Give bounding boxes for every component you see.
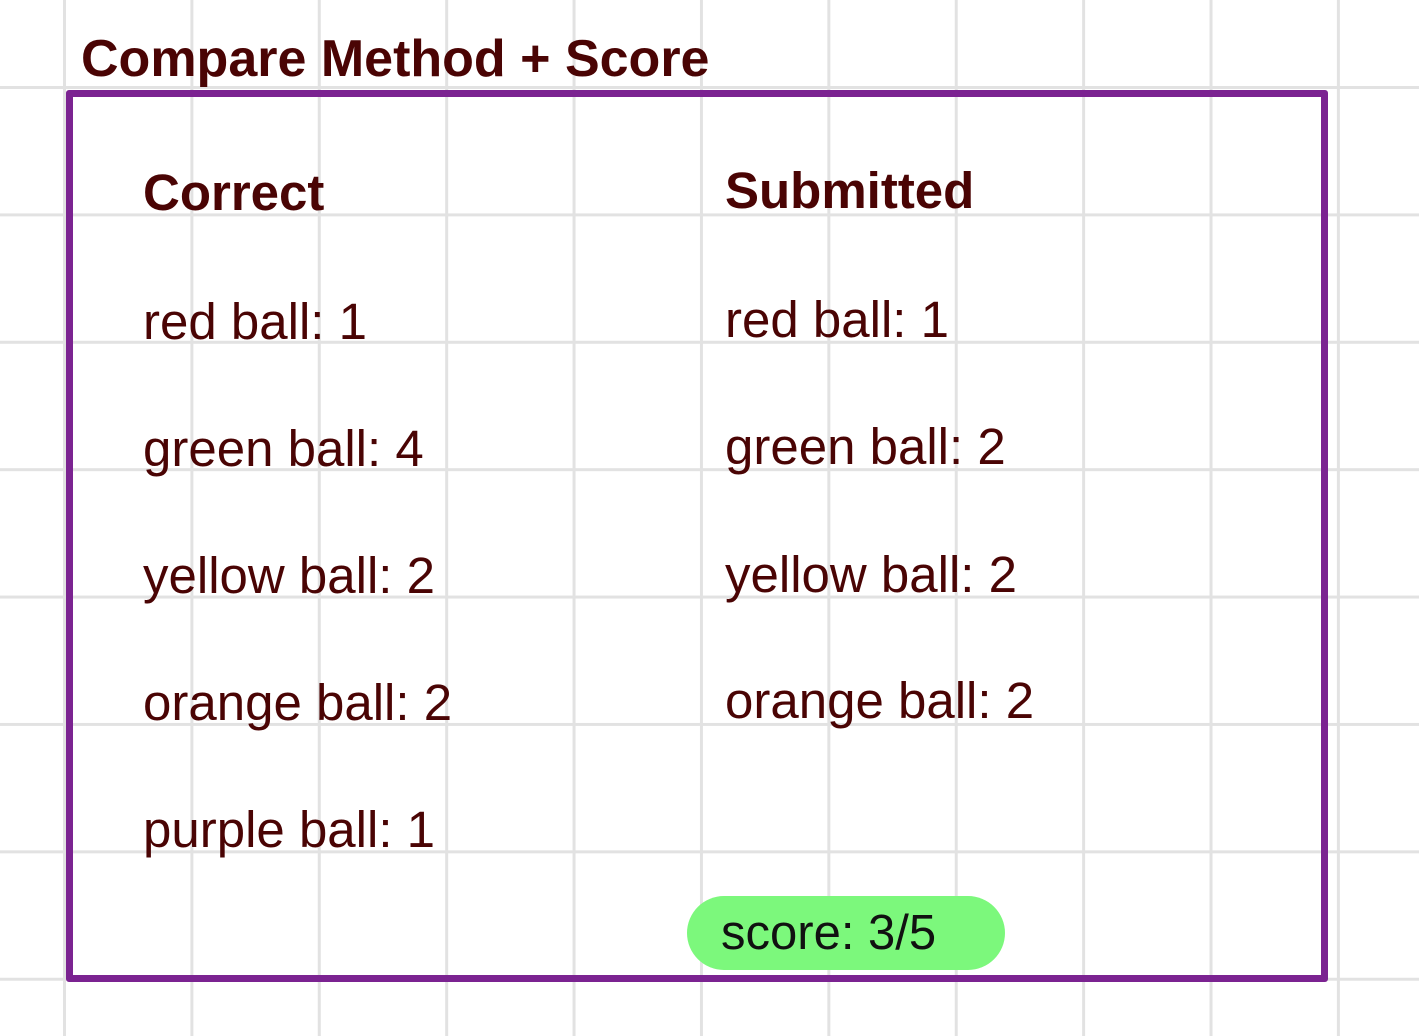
score-badge: score: 3/5 (687, 896, 1005, 970)
correct-item-purple: purple ball: 1 (143, 801, 436, 858)
submitted-header: Submitted (725, 162, 975, 219)
correct-item-red: red ball: 1 (143, 293, 367, 350)
submitted-item-green: green ball: 2 (725, 418, 1006, 475)
correct-item-yellow: yellow ball: 2 (143, 547, 435, 604)
submitted-item-yellow: yellow ball: 2 (725, 546, 1017, 603)
page-title: Compare Method + Score (81, 30, 710, 88)
correct-item-green: green ball: 4 (143, 420, 424, 477)
submitted-item-red: red ball: 1 (725, 291, 949, 348)
correct-header: Correct (143, 164, 325, 221)
submitted-item-orange: orange ball: 2 (725, 672, 1035, 729)
correct-item-orange: orange ball: 2 (143, 674, 453, 731)
